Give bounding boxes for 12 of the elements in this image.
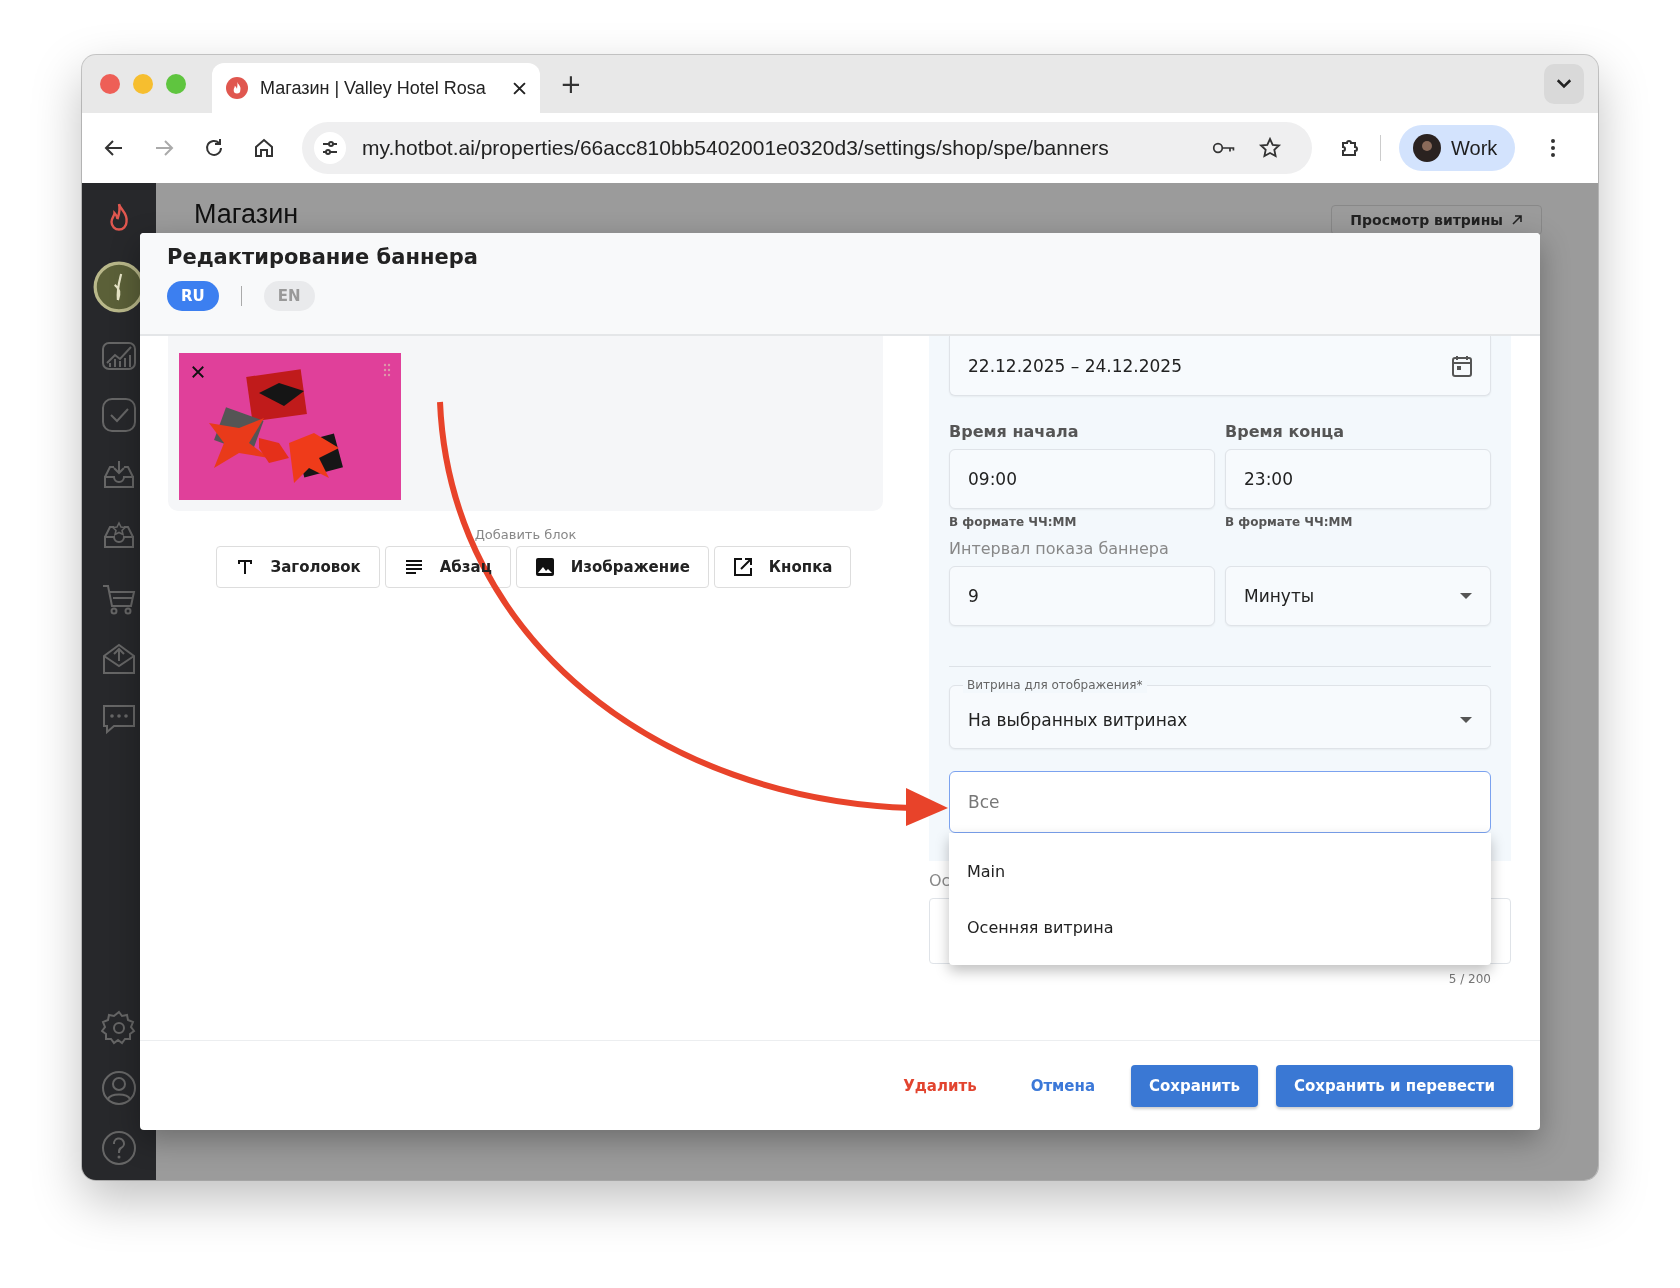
- field-label: Время начала: [949, 422, 1080, 441]
- dialog-title: Редактирование баннера: [167, 245, 479, 269]
- add-block-label: Добавить блок: [474, 527, 577, 542]
- field-label: Интервал показа баннера: [949, 539, 1170, 558]
- character-counter: 5 / 200: [1448, 972, 1491, 986]
- field-hint: В формате ЧЧ:ММ: [949, 515, 1078, 529]
- tab-title: Магазин | Valley Hotel Rosa: [260, 77, 487, 99]
- page-title: Магазин: [194, 199, 299, 230]
- url-text: my.hotbot.ai/properties/66acc810bb5402001e0320d3/settings/shop/spe/banners: [362, 136, 1109, 160]
- field-hint: В формате ЧЧ:ММ: [1225, 515, 1354, 529]
- field-label: Витрина для отображения*: [963, 677, 1147, 693]
- field-label: Время конца: [1225, 422, 1345, 441]
